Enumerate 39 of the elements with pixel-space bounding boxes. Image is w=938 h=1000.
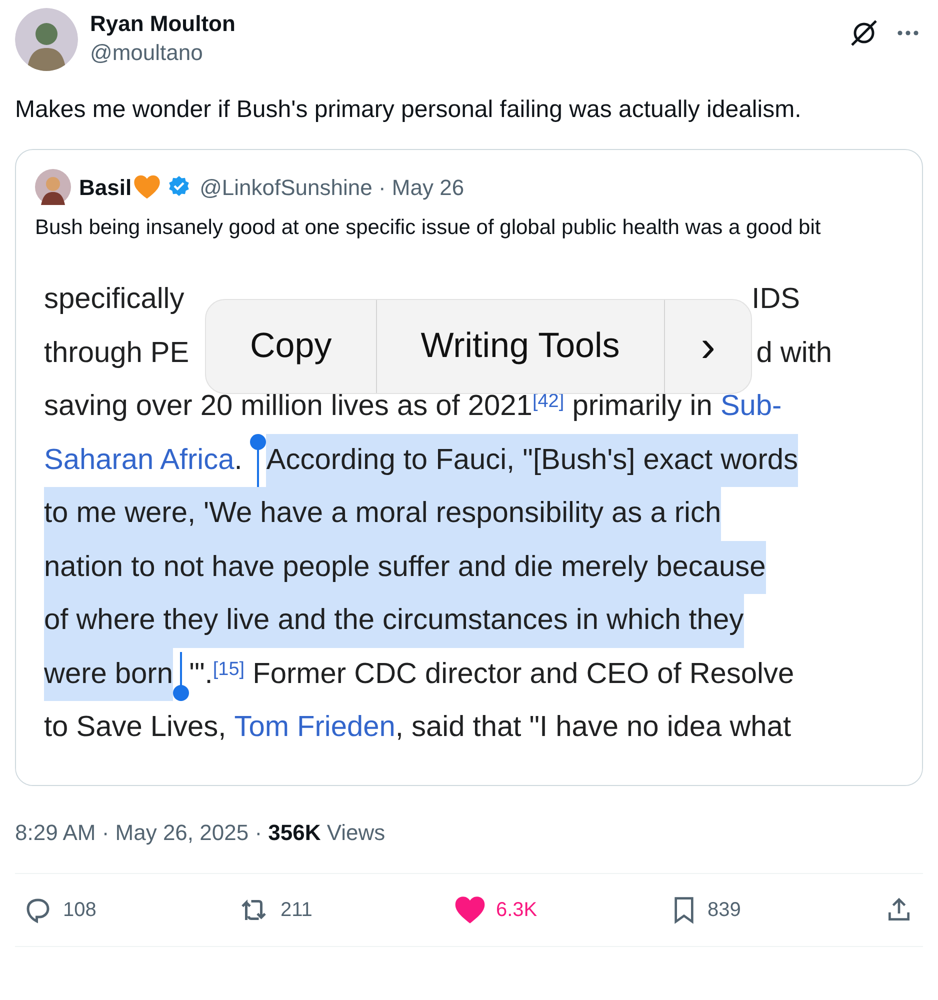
menu-item[interactable]: Writing Tools (376, 300, 664, 393)
avatar[interactable] (15, 8, 78, 71)
text-line: . (234, 442, 244, 478)
verified-badge-icon (166, 175, 191, 199)
selected-text: were born (44, 648, 173, 701)
author-name[interactable]: Ryan Moulton (90, 10, 236, 38)
text-line: to Save Lives, (44, 710, 228, 745)
action-count: 839 (708, 898, 741, 923)
slashed-circle-icon[interactable] (849, 18, 879, 48)
quoted-tweet-card[interactable] (15, 149, 923, 786)
heart-icon (132, 174, 161, 200)
author-handle[interactable]: @moultano (90, 38, 236, 68)
text-line: d with (756, 336, 832, 370)
text-line: , said that "I have no idea what (395, 710, 791, 745)
quoted-author-name[interactable]: Basil (79, 170, 132, 204)
action-count: 6.3K (496, 898, 538, 923)
text-line: '". (188, 656, 213, 692)
text-line: through PE (44, 336, 190, 370)
heart-icon[interactable] (454, 895, 486, 925)
selection-handle[interactable] (250, 434, 266, 487)
quoted-tweet-text: Bush being insanely good at one specific issue of global public health was a good bit (34, 215, 822, 241)
avatar[interactable] (35, 169, 71, 205)
text-line: IDS (752, 282, 800, 317)
action-count: 211 (280, 898, 312, 923)
link[interactable]: Saharan Africa (44, 434, 234, 487)
selected-text: of where they live and the circumstances in which they (44, 594, 744, 648)
quoted-author-handle[interactable]: @LinkofSunshine · May 26 (200, 170, 464, 204)
text-line: specifically (44, 282, 184, 317)
tweet-text: Makes me wonder if Bush's primary personal failing was actually idealism. (15, 95, 802, 125)
more-icon[interactable] (897, 30, 919, 36)
action-count: 108 (63, 898, 96, 923)
selected-text: nation to not have people suffer and die merely because (44, 540, 766, 594)
selected-text: to me were, 'We have a moral responsibility as a rich (44, 487, 722, 540)
link[interactable]: Tom Frieden (234, 701, 396, 754)
selected-text: According to Fauci, "[Bush's] exact words (266, 434, 798, 487)
text-line: Former CDC director and CEO of Resolve (252, 656, 794, 692)
tweet-timestamp: 8:29 AM · May 26, 2025 · 356K Views (15, 819, 386, 847)
menu-item[interactable]: › (664, 300, 752, 393)
citation-link[interactable]: [15] (212, 648, 245, 701)
